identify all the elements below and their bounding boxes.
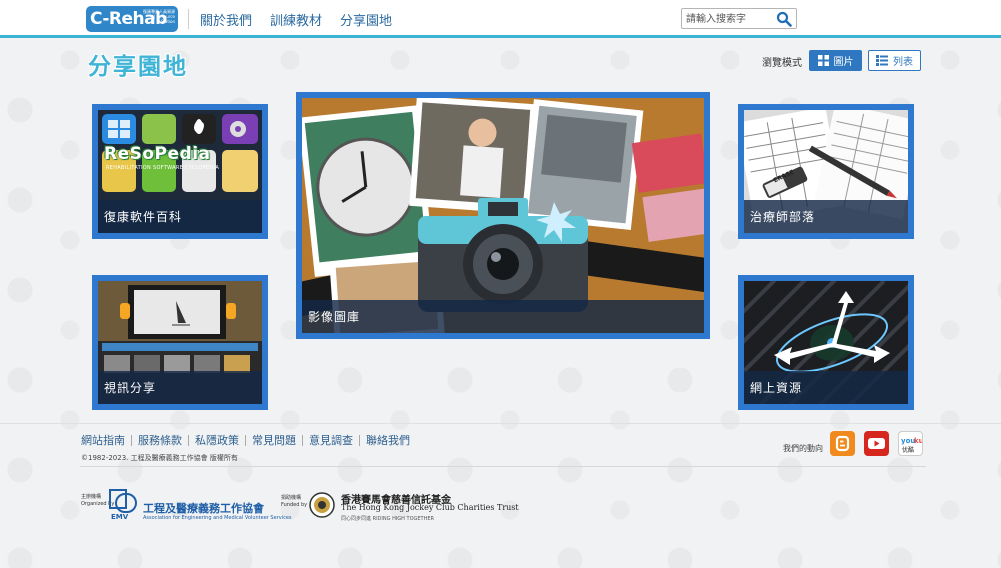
c-rehab-logo[interactable]: C-Rehab 復康專業人員資源站 Resource Station <box>86 6 178 32</box>
tile-image: 影像圖庫 <box>302 98 704 333</box>
copyright-text: ©1982-2023. 工程及醫療義務工作協會 版權所有 <box>81 454 238 462</box>
youtube-icon[interactable] <box>864 431 889 456</box>
tile-video-sharing[interactable]: 視訊分享 <box>92 275 268 410</box>
organizer-name-zh: 工程及醫療義務工作協會 <box>143 502 264 515</box>
tile-image: 視訊分享 <box>98 281 262 404</box>
follow-us-label: 我們的動向 <box>783 444 823 453</box>
svg-text:ku: ku <box>914 437 922 445</box>
tile-caption: 治療師部落 <box>744 200 908 233</box>
tile-caption: 影像圖庫 <box>302 300 704 333</box>
nav-sharing-corner[interactable]: 分享園地 <box>340 10 392 29</box>
tile-caption: 復康軟件百科 <box>98 200 262 233</box>
footer-separator <box>245 434 246 446</box>
nav-about[interactable]: 關於我們 <box>200 10 252 29</box>
footer-link-contact[interactable]: 聯絡我們 <box>366 432 410 448</box>
organizer-name-en: Association for Engineering and Medical … <box>143 515 292 521</box>
hkjc-tagline: 同心同步同進 RIDING HIGH TOGETHER <box>341 516 434 522</box>
tile-rehab-software-encyclopedia[interactable]: ReSoPedia REHABILITATION SOFTWARE CYCLOP… <box>92 104 268 239</box>
hkjc-name-en: The Hong Kong Jockey Club Charities Trus… <box>341 503 519 512</box>
footer-link-privacy[interactable]: 私隱政策 <box>195 432 239 448</box>
tile-therapist-blog[interactable]: ERASE 治療師部落 <box>738 104 914 239</box>
view-list-button[interactable]: 列表 <box>868 50 921 71</box>
funded-by-zh: 捐助機構 <box>281 495 302 501</box>
resopedia-logo: ReSoPedia <box>104 144 211 164</box>
youku-label: 优酷 <box>902 447 915 454</box>
tile-caption: 網上資源 <box>744 371 908 404</box>
search-icon[interactable] <box>776 11 792 27</box>
blogger-icon[interactable] <box>830 431 855 456</box>
list-icon <box>876 55 888 66</box>
nav-training-materials[interactable]: 訓練教材 <box>270 10 322 29</box>
tile-image: ERASE 治療師部落 <box>744 110 908 233</box>
page-title: 分享園地 <box>88 54 188 80</box>
resopedia-subtitle: REHABILITATION SOFTWARE CYCLOPEDIA <box>106 165 220 171</box>
search-box <box>681 8 797 29</box>
tile-photo-gallery[interactable]: 影像圖庫 <box>296 92 710 339</box>
funded-by-label: 捐助機構 Funded by <box>281 495 307 509</box>
photo-gallery-image <box>302 98 704 333</box>
emv-logo-text: EMV <box>111 513 129 521</box>
youku-icon[interactable]: you ku 优酷 <box>898 431 923 456</box>
tile-online-resources[interactable]: 網上資源 <box>738 275 914 410</box>
tile-image: ReSoPedia REHABILITATION SOFTWARE CYCLOP… <box>98 110 262 233</box>
footer-link-faq[interactable]: 常見問題 <box>252 432 296 448</box>
footer-links: 網站指南 服務條款 私隱政策 常見問題 意見調查 聯絡我們 <box>81 432 410 448</box>
tile-caption: 視訊分享 <box>98 371 262 404</box>
grid-icon <box>817 55 829 66</box>
view-grid-button[interactable]: 圖片 <box>809 50 862 71</box>
funded-by-en: Funded by <box>281 502 308 508</box>
footer-link-terms[interactable]: 服務條款 <box>138 432 182 448</box>
tile-image: 網上資源 <box>744 281 908 404</box>
footer-link-site-guide[interactable]: 網站指南 <box>81 432 125 448</box>
footer-separator <box>131 434 132 446</box>
view-grid-label: 圖片 <box>833 57 854 68</box>
footer-divider-top <box>0 423 1001 424</box>
hkjc-logo <box>309 492 335 518</box>
site-header: C-Rehab 復康專業人員資源站 Resource Station 關於我們 … <box>0 0 1001 38</box>
footer-link-survey[interactable]: 意見調查 <box>309 432 353 448</box>
footer-separator <box>359 434 360 446</box>
search-input[interactable] <box>686 11 772 27</box>
footer-separator <box>302 434 303 446</box>
header-divider <box>188 9 189 29</box>
emv-logo: EMV <box>109 489 137 521</box>
logo-subtext: 復康專業人員資源站 Resource Station <box>143 9 175 24</box>
footer-divider <box>80 466 926 467</box>
view-list-label: 列表 <box>893 57 913 68</box>
footer-separator <box>188 434 189 446</box>
view-mode-label: 瀏覽模式 <box>762 58 802 69</box>
